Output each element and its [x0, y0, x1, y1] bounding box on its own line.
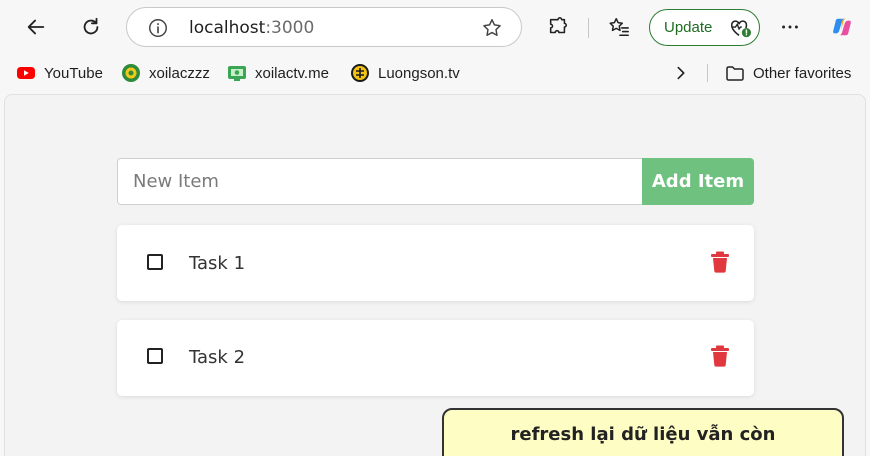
bookmarks-bar: YouTube xoilaczzz xoilactv.me Luongson.t…	[0, 56, 870, 90]
back-button[interactable]	[19, 10, 53, 44]
youtube-icon	[16, 63, 36, 83]
chevron-right-icon	[677, 66, 685, 80]
puzzle-icon	[549, 17, 568, 34]
refresh-icon	[83, 17, 99, 35]
extensions-button[interactable]	[541, 10, 575, 44]
bookmark-youtube[interactable]: YouTube	[16, 62, 103, 84]
bookmark-xoilaczzz[interactable]: xoilaczzz	[121, 62, 210, 84]
xoilactv-icon	[227, 63, 247, 83]
new-item-input[interactable]	[117, 158, 643, 205]
url-text: localhost:3000	[189, 18, 315, 38]
delete-trash-icon[interactable]	[710, 251, 730, 273]
update-button[interactable]: Update	[649, 9, 760, 46]
delete-trash-icon[interactable]	[710, 345, 730, 367]
bookmark-luongson[interactable]: Luongson.tv	[350, 62, 460, 84]
favorites-button[interactable]	[602, 10, 636, 44]
favorite-star-icon[interactable]	[481, 17, 503, 39]
copilot-button[interactable]	[825, 10, 859, 44]
task-text: Task 1	[189, 253, 246, 274]
xoilac-icon	[121, 63, 141, 83]
favorites-list-icon	[609, 18, 629, 37]
toolbar-divider	[588, 18, 589, 38]
back-arrow-icon	[27, 19, 45, 35]
task-item: Task 2	[117, 320, 754, 396]
task-text: Task 2	[189, 347, 246, 368]
refresh-button[interactable]	[74, 10, 108, 44]
task-checkbox[interactable]	[147, 254, 163, 270]
more-dots-icon	[782, 25, 798, 29]
update-heart-icon	[730, 20, 751, 38]
info-icon[interactable]	[147, 17, 169, 39]
copilot-icon	[833, 18, 851, 36]
bookmarks-overflow-button[interactable]	[672, 62, 690, 84]
task-item: Task 1	[117, 225, 754, 301]
luongson-icon	[350, 63, 370, 83]
folder-icon	[725, 63, 745, 83]
other-favorites[interactable]: Other favorites	[725, 62, 851, 84]
task-checkbox[interactable]	[147, 348, 163, 364]
annotation-note: refresh lại dữ liệu vẫn còn	[442, 408, 844, 456]
browser-toolbar: localhost:3000 Update	[0, 0, 870, 56]
add-item-button[interactable]: Add Item	[642, 158, 754, 205]
address-bar[interactable]: localhost:3000	[126, 7, 522, 47]
bookmarks-divider	[707, 64, 708, 82]
more-menu-button[interactable]	[773, 10, 807, 44]
bookmark-xoilactv[interactable]: xoilactv.me	[227, 62, 329, 84]
